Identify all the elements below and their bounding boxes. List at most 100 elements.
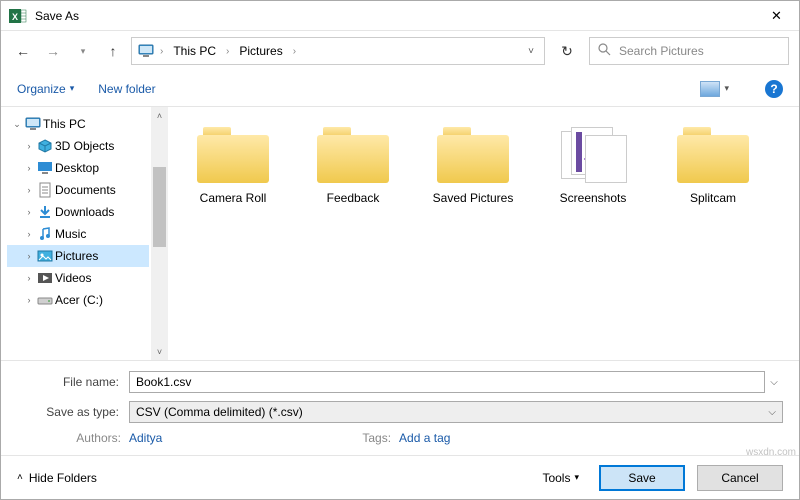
recent-locations-button[interactable]: ▾	[71, 39, 95, 63]
docs-icon	[37, 182, 53, 198]
expand-icon[interactable]: ›	[23, 207, 35, 217]
chevron-right-icon[interactable]: ›	[293, 46, 296, 57]
tree-item-label: Music	[55, 227, 86, 241]
nav-bar: ← → ▾ ↑ › This PC › Pictures › ˅ ↻ Searc…	[1, 31, 799, 71]
window-title: Save As	[35, 9, 754, 23]
excel-icon: X	[9, 7, 27, 25]
tree-item-label: Acer (C:)	[55, 293, 103, 307]
tree-item-music[interactable]: › Music	[7, 223, 149, 245]
svg-text:X: X	[12, 12, 18, 22]
back-button[interactable]: ←	[11, 39, 35, 63]
expand-icon[interactable]: ›	[23, 251, 35, 261]
folder-item[interactable]: Screenshots	[538, 127, 648, 205]
tree-item-desktop[interactable]: › Desktop	[7, 157, 149, 179]
scroll-up-button[interactable]: ˄	[151, 107, 168, 124]
drive-icon	[37, 292, 53, 308]
folder-item[interactable]: Feedback	[298, 127, 408, 205]
watermark: wsxdn.com	[746, 447, 796, 458]
tree-item-downloads[interactable]: › Downloads	[7, 201, 149, 223]
folder-item[interactable]: Splitcam	[658, 127, 768, 205]
expand-icon[interactable]: ›	[23, 163, 35, 173]
tree-scrollbar[interactable]: ˄ ˅	[151, 107, 168, 360]
folder-content-area[interactable]: Camera Roll Feedback Saved Pictures Screens…	[168, 107, 799, 360]
save-type-label: Save as type:	[17, 405, 129, 419]
forward-button[interactable]: →	[41, 39, 65, 63]
screenshots-icon	[557, 127, 629, 183]
vid-icon	[37, 270, 53, 286]
chevron-down-icon: ▾	[574, 472, 579, 483]
up-button[interactable]: ↑	[101, 39, 125, 63]
search-icon	[598, 43, 611, 59]
tree-item-documents[interactable]: › Documents	[7, 179, 149, 201]
authors-value[interactable]: Aditya	[129, 431, 162, 445]
address-bar[interactable]: › This PC › Pictures › ˅	[131, 37, 545, 65]
chevron-right-icon[interactable]: ›	[226, 46, 229, 57]
folder-label: Screenshots	[560, 191, 627, 205]
folder-label: Feedback	[327, 191, 380, 205]
desktop-icon	[37, 160, 53, 176]
tree-item-label: Pictures	[55, 249, 98, 263]
scroll-down-button[interactable]: ˅	[151, 343, 168, 360]
search-box[interactable]: Search Pictures	[589, 37, 789, 65]
view-mode-icon	[700, 81, 720, 97]
address-dropdown-icon[interactable]: ˅	[524, 46, 538, 57]
tree-item-label: Desktop	[55, 161, 99, 175]
folder-label: Splitcam	[690, 191, 736, 205]
hide-folders-button[interactable]: ˄ Hide Folders	[17, 471, 97, 485]
folder-icon	[677, 127, 749, 183]
folder-item[interactable]: Saved Pictures	[418, 127, 528, 205]
tree-item-3d-objects[interactable]: › 3D Objects	[7, 135, 149, 157]
folder-item[interactable]: Camera Roll	[178, 127, 288, 205]
collapse-icon[interactable]: ⌄	[11, 119, 23, 130]
view-mode-button[interactable]: ▾	[700, 81, 729, 97]
folder-icon	[197, 127, 269, 183]
new-folder-button[interactable]: New folder	[98, 82, 155, 96]
dialog-body: ⌄ This PC ›3D Objects›Desktop›Documents›…	[1, 107, 799, 360]
folder-icon	[317, 127, 389, 183]
tree-item-pictures[interactable]: › Pictures	[7, 245, 149, 267]
folder-label: Camera Roll	[200, 191, 267, 205]
tree-item-videos[interactable]: ›Videos	[7, 267, 149, 289]
tags-label: Tags:	[362, 431, 399, 445]
expand-icon[interactable]: ›	[23, 185, 35, 195]
breadcrumb-root[interactable]: This PC	[169, 42, 220, 60]
title-bar: X Save As ✕	[1, 1, 799, 31]
chevron-down-icon: ▾	[70, 83, 75, 94]
tree-item-label: 3D Objects	[55, 139, 114, 153]
chevron-down-icon: ▾	[724, 83, 729, 94]
footer: ˄ Hide Folders Tools ▾ Save Cancel	[1, 455, 799, 499]
save-type-value: CSV (Comma delimited) (*.csv)	[136, 405, 303, 419]
breadcrumb-current[interactable]: Pictures	[235, 42, 286, 60]
help-button[interactable]: ?	[765, 80, 783, 98]
tree-item-acer-c-[interactable]: › Acer (C:)	[7, 289, 149, 311]
expand-icon[interactable]: ›	[23, 295, 35, 305]
close-button[interactable]: ✕	[754, 1, 799, 30]
expand-icon[interactable]: ›	[23, 273, 35, 283]
file-name-dropdown-icon[interactable]: ⌵	[765, 377, 783, 388]
toolbar: Organize ▾ New folder ▾ ?	[1, 71, 799, 107]
cancel-button[interactable]: Cancel	[697, 465, 783, 491]
pics-icon	[37, 248, 53, 264]
save-type-dropdown[interactable]: CSV (Comma delimited) (*.csv) ⌵	[129, 401, 783, 423]
tree-item-label: Documents	[55, 183, 116, 197]
chevron-right-icon[interactable]: ›	[160, 46, 163, 57]
file-name-label: File name:	[17, 375, 129, 389]
folder-label: Saved Pictures	[433, 191, 514, 205]
refresh-button[interactable]: ↻	[551, 37, 583, 65]
dl-icon	[37, 204, 53, 220]
tree-item-label: Downloads	[55, 205, 114, 219]
expand-icon[interactable]: ›	[23, 229, 35, 239]
chevron-up-icon: ˄	[17, 472, 23, 483]
pc-icon	[25, 116, 41, 132]
tags-value[interactable]: Add a tag	[399, 431, 450, 445]
tree-root[interactable]: ⌄ This PC	[7, 113, 149, 135]
organize-menu[interactable]: Organize ▾	[17, 82, 74, 96]
scroll-thumb[interactable]	[153, 167, 166, 247]
save-fields: File name: ⌵ Save as type: CSV (Comma de…	[1, 360, 799, 455]
expand-icon[interactable]: ›	[23, 141, 35, 151]
pc-icon	[138, 43, 154, 59]
save-button[interactable]: Save	[599, 465, 685, 491]
tools-menu[interactable]: Tools ▾	[542, 471, 579, 485]
file-name-input[interactable]	[129, 371, 765, 393]
search-placeholder: Search Pictures	[619, 44, 704, 58]
